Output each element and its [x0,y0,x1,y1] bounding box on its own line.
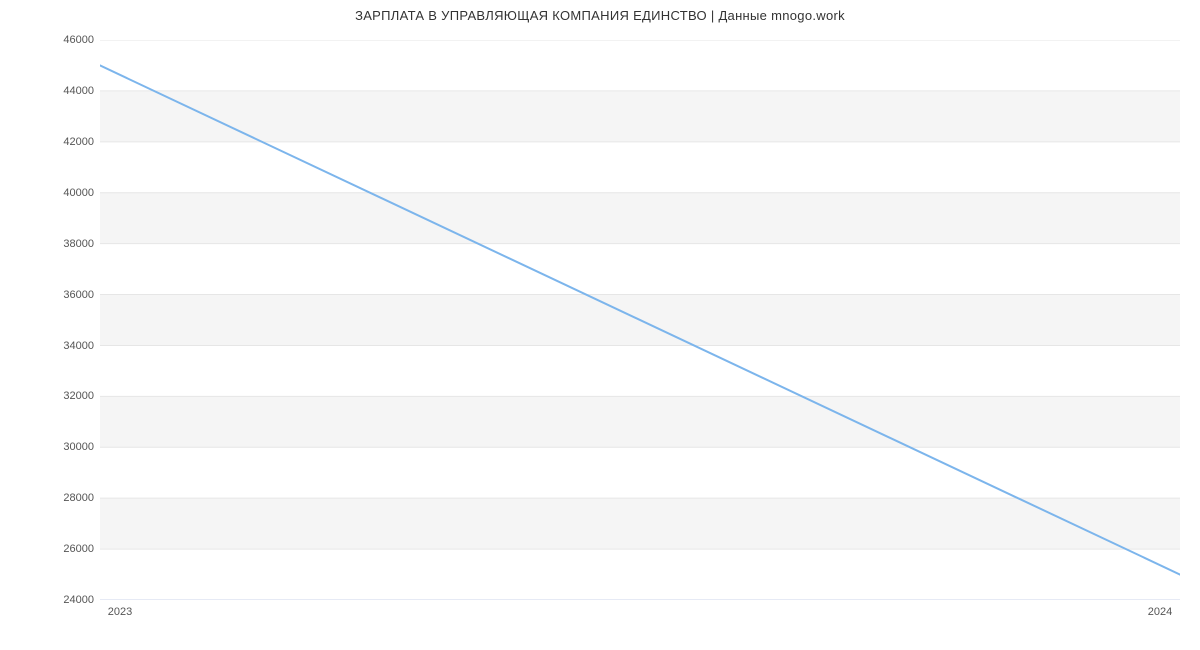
plot-area [100,40,1180,600]
y-tick-30000: 30000 [34,441,94,453]
x-tick-2024: 2024 [1148,606,1172,618]
y-tick-44000: 44000 [34,85,94,97]
y-tick-42000: 42000 [34,136,94,148]
y-tick-46000: 46000 [34,34,94,46]
y-tick-38000: 38000 [34,238,94,250]
y-tick-34000: 34000 [34,340,94,352]
y-tick-28000: 28000 [34,492,94,504]
y-tick-26000: 26000 [34,543,94,555]
chart-svg [100,40,1180,600]
y-tick-36000: 36000 [34,289,94,301]
x-tick-2023: 2023 [108,606,132,618]
chart-title: ЗАРПЛАТА В УПРАВЛЯЮЩАЯ КОМПАНИЯ ЕДИНСТВО… [0,8,1200,23]
chart-container: ЗАРПЛАТА В УПРАВЛЯЮЩАЯ КОМПАНИЯ ЕДИНСТВО… [0,0,1200,650]
y-tick-32000: 32000 [34,390,94,402]
y-tick-40000: 40000 [34,187,94,199]
y-tick-24000: 24000 [34,594,94,606]
